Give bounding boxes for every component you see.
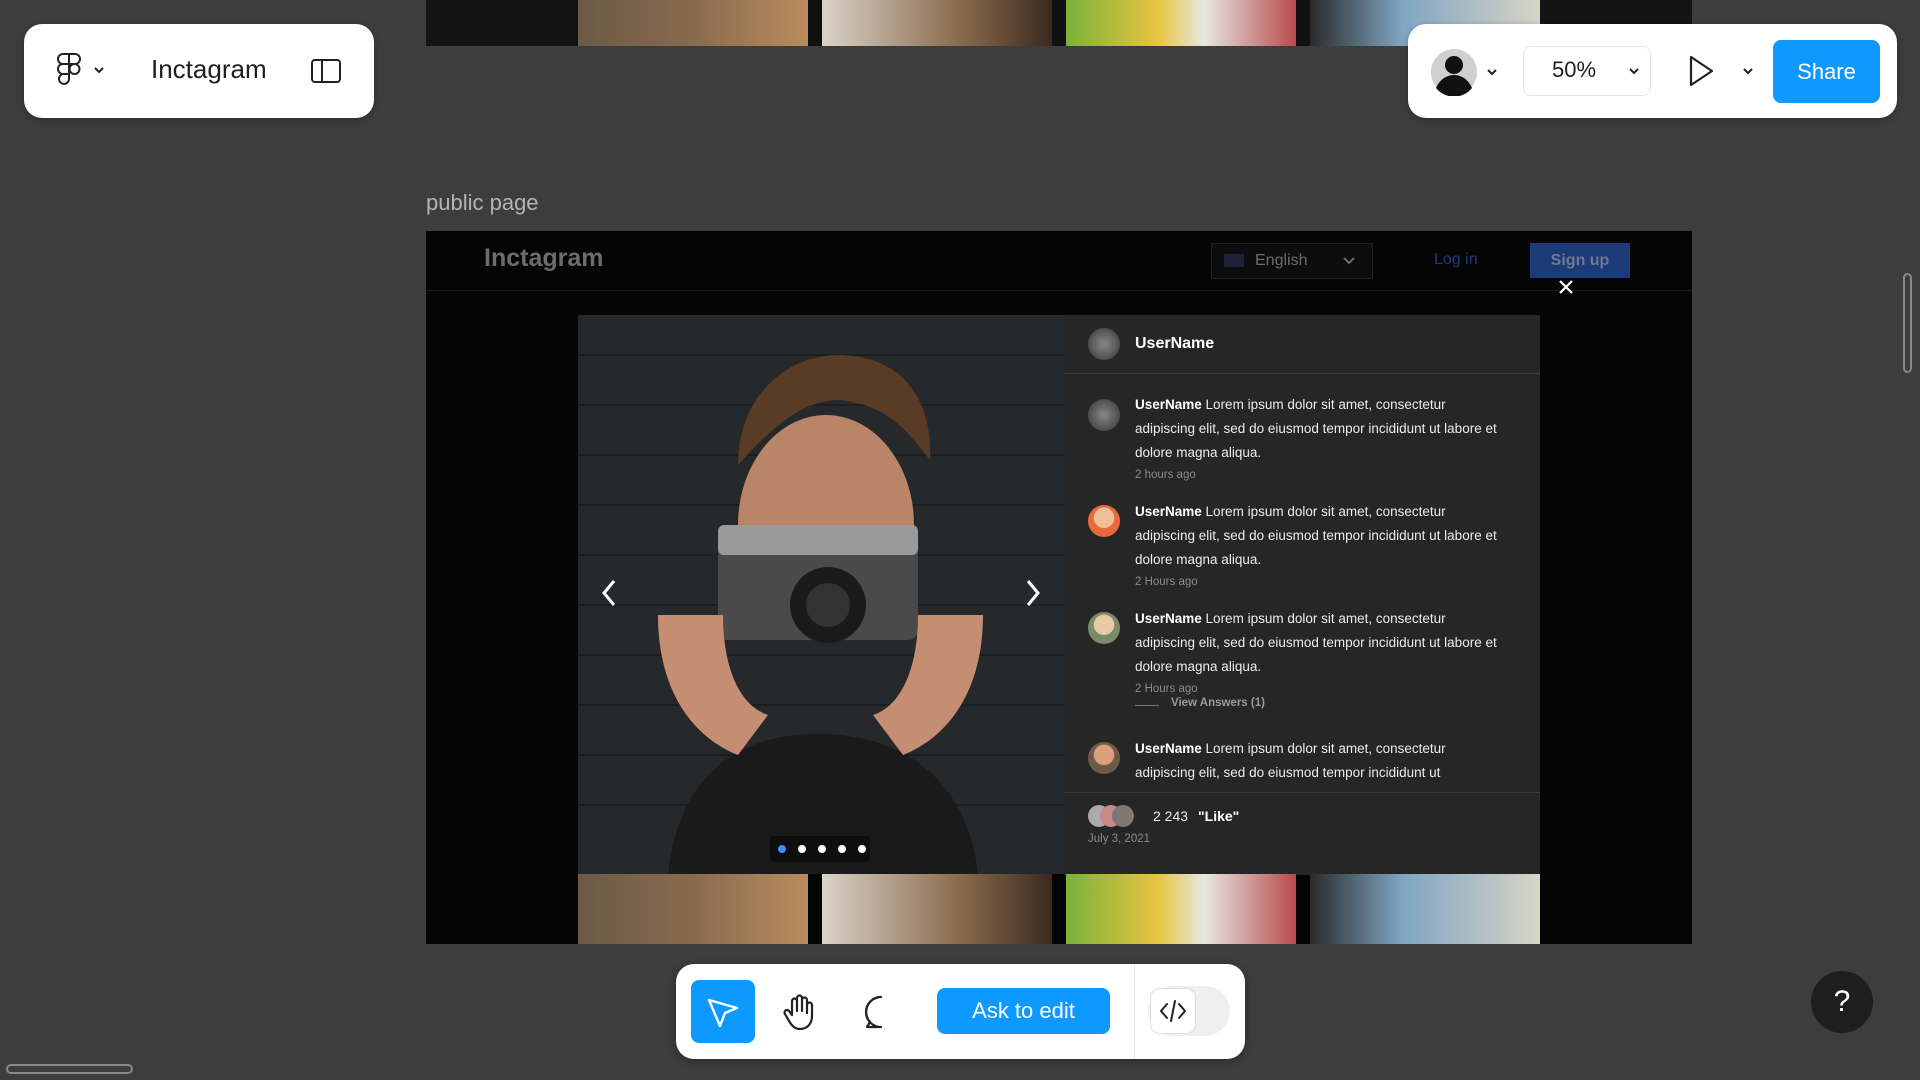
language-label: English	[1255, 252, 1308, 269]
carousel-dot[interactable]	[798, 845, 806, 853]
vertical-scrollbar[interactable]	[1903, 273, 1912, 373]
chevron-down-icon	[1343, 257, 1355, 265]
zoom-value: 50%	[1552, 57, 1597, 82]
chevron-left-icon[interactable]	[598, 577, 620, 609]
avatar[interactable]	[1088, 612, 1120, 644]
post-comments-panel: UserName UserName Lorem ipsum dolor sit …	[1064, 315, 1540, 875]
post-footer: 2 243 "Like" July 3, 2021	[1064, 792, 1540, 875]
avatar[interactable]	[1088, 399, 1120, 431]
photographer-image	[578, 315, 1064, 874]
avatar[interactable]	[1088, 505, 1120, 537]
comment-user[interactable]: UserName	[1135, 611, 1202, 626]
strip-photo-1	[578, 874, 808, 944]
hand-tool-icon[interactable]	[782, 992, 820, 1032]
avatar-icon	[1431, 49, 1477, 96]
comment-user[interactable]: UserName	[1135, 741, 1202, 756]
help-button[interactable]: ?	[1811, 971, 1873, 1033]
site-navbar: Inctagram English Log in Sign up	[426, 231, 1692, 291]
dev-mode-knob	[1150, 988, 1196, 1034]
strip-photo-2	[822, 0, 1052, 46]
login-link[interactable]: Log in	[1434, 251, 1478, 269]
figma-logo-icon	[57, 53, 81, 85]
post-date: July 3, 2021	[1088, 833, 1151, 845]
sidebar-toggle-icon[interactable]	[310, 58, 342, 84]
signup-button[interactable]: Sign up	[1530, 243, 1630, 278]
carousel-dot-active[interactable]	[778, 845, 786, 853]
chevron-down-icon	[1629, 68, 1639, 75]
zoom-dropdown[interactable]: 50%	[1523, 46, 1651, 96]
comment-4: UserName Lorem ipsum dolor sit amet, con…	[1135, 737, 1505, 785]
strip-photo-3	[1066, 874, 1296, 944]
file-name[interactable]: Inctagram	[151, 54, 267, 85]
strip-photo-3	[1066, 0, 1296, 46]
ask-to-edit-button[interactable]: Ask to edit	[937, 988, 1110, 1034]
strip-photo-2	[822, 874, 1052, 944]
public-page-frame[interactable]: Inctagram English Log in Sign up UserNam…	[426, 231, 1692, 944]
like-count: 2 243	[1153, 808, 1189, 824]
post-header: UserName	[1064, 315, 1540, 374]
post-photo	[578, 315, 1064, 874]
chevron-down-icon	[1487, 69, 1497, 76]
comment-user[interactable]: UserName	[1135, 397, 1202, 412]
close-icon[interactable]	[1558, 279, 1574, 295]
comment-user[interactable]: UserName	[1135, 504, 1202, 519]
dev-mode-toggle[interactable]	[1148, 986, 1230, 1036]
post-modal: UserName UserName Lorem ipsum dolor sit …	[578, 315, 1540, 875]
carousel-dot[interactable]	[838, 845, 846, 853]
comment-tool-icon[interactable]	[863, 994, 899, 1030]
file-header-panel: Inctagram	[24, 24, 374, 118]
like-label[interactable]: "Like"	[1198, 808, 1239, 824]
frame-label[interactable]: public page	[426, 190, 539, 216]
strip-photo-4	[1310, 874, 1540, 944]
answers-line	[1135, 705, 1159, 706]
uk-flag-icon	[1224, 254, 1244, 267]
bottom-photo-strip	[578, 874, 1540, 944]
language-select[interactable]: English	[1211, 243, 1373, 279]
chevron-down-icon[interactable]	[1742, 67, 1754, 75]
strip-gap	[426, 0, 576, 46]
view-answers-link[interactable]: View Answers (1)	[1171, 697, 1265, 709]
strip-photo-1	[578, 0, 808, 46]
share-button[interactable]: Share	[1773, 40, 1880, 103]
site-brand: Inctagram	[484, 244, 604, 272]
comment-time: 2 Hours ago	[1135, 576, 1198, 588]
comment-2: UserName Lorem ipsum dolor sit amet, con…	[1135, 500, 1505, 572]
user-menu[interactable]	[1430, 48, 1500, 96]
avatar[interactable]	[1088, 328, 1120, 360]
toolbar-divider	[1134, 964, 1135, 1059]
post-author[interactable]: UserName	[1135, 335, 1214, 353]
horizontal-scrollbar[interactable]	[6, 1064, 133, 1074]
bottom-toolbar: Ask to edit	[676, 964, 1245, 1059]
chevron-right-icon[interactable]	[1022, 577, 1044, 609]
play-icon[interactable]	[1686, 54, 1716, 88]
carousel-dot[interactable]	[818, 845, 826, 853]
comment-3: UserName Lorem ipsum dolor sit amet, con…	[1135, 607, 1505, 679]
figma-menu-button[interactable]	[56, 52, 108, 92]
comment-1: UserName Lorem ipsum dolor sit amet, con…	[1135, 393, 1505, 465]
move-tool-button[interactable]	[691, 980, 755, 1043]
liker-avatar	[1112, 805, 1134, 827]
comment-time: 2 hours ago	[1135, 469, 1196, 481]
chevron-down-icon	[94, 67, 104, 74]
carousel-dot[interactable]	[858, 845, 866, 853]
avatar[interactable]	[1088, 742, 1120, 774]
cursor-icon	[707, 998, 739, 1028]
comment-time: 2 Hours ago	[1135, 683, 1198, 695]
share-header-panel: 50% Share	[1408, 24, 1897, 118]
code-icon	[1160, 1000, 1186, 1022]
